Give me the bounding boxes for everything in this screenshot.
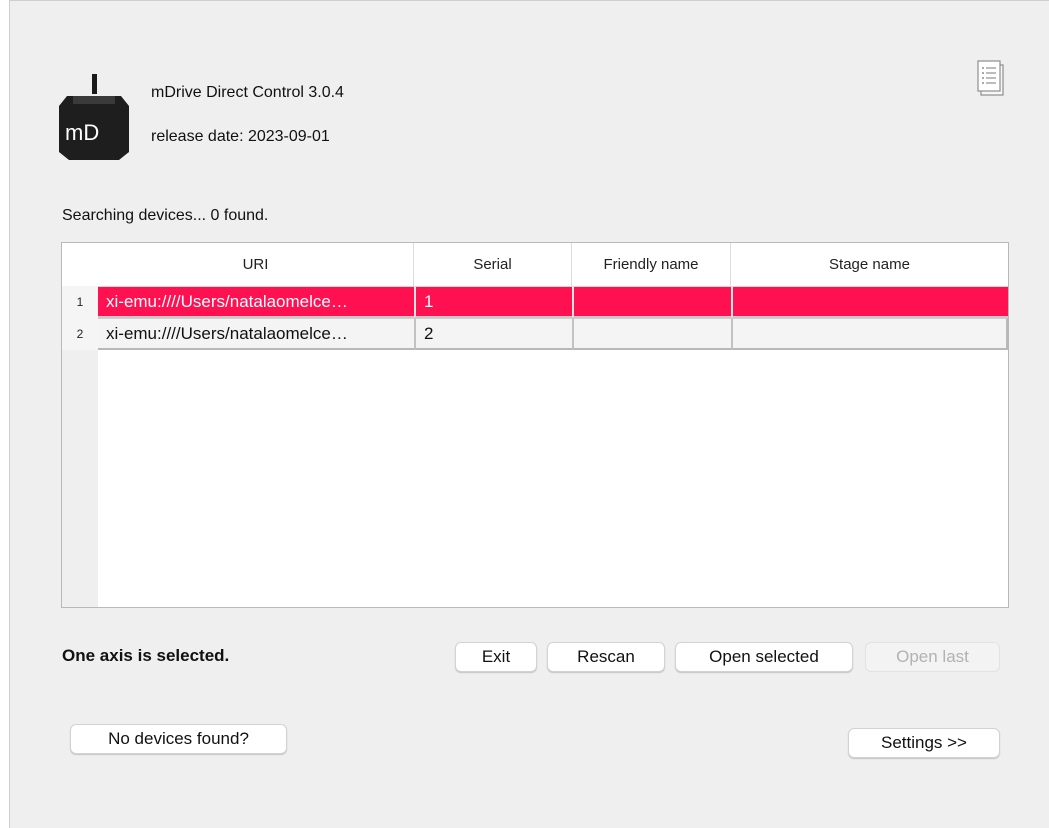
devices-table[interactable]: URI Serial Friendly name Stage name 1 xi… (61, 242, 1009, 608)
cell-stage-name[interactable] (731, 286, 1008, 318)
table-row[interactable]: 2 xi-emu:////Users/natalaomelce… 2 (62, 318, 1008, 350)
open-selected-button[interactable]: Open selected (675, 642, 853, 672)
logo-text: mD (65, 120, 99, 145)
mdrive-logo: mD (59, 74, 129, 160)
cell-uri[interactable]: xi-emu:////Users/natalaomelce… (98, 286, 414, 318)
column-header-serial[interactable]: Serial (414, 243, 572, 286)
row-number[interactable]: 1 (62, 286, 98, 318)
cell-friendly-name[interactable] (572, 286, 731, 318)
no-devices-found-button[interactable]: No devices found? (70, 724, 287, 754)
settings-button[interactable]: Settings >> (848, 728, 1000, 758)
cell-friendly-name[interactable] (572, 318, 731, 350)
cell-serial[interactable]: 2 (414, 318, 572, 350)
table-header: URI Serial Friendly name Stage name (98, 243, 1008, 286)
column-header-uri[interactable]: URI (98, 243, 414, 286)
app-title: mDrive Direct Control 3.0.4 (151, 84, 344, 101)
open-last-button[interactable]: Open last (865, 642, 1000, 672)
row-number[interactable]: 2 (62, 318, 98, 350)
rescan-button[interactable]: Rescan (547, 642, 665, 672)
release-date: release date: 2023-09-01 (151, 128, 330, 145)
log-document-icon[interactable] (976, 60, 1006, 98)
table-row[interactable]: 1 xi-emu:////Users/natalaomelce… 1 (62, 286, 1008, 318)
column-header-stage-name[interactable]: Stage name (731, 243, 1008, 286)
cell-stage-name[interactable] (731, 318, 1008, 350)
cell-uri[interactable]: xi-emu:////Users/natalaomelce… (98, 318, 414, 350)
exit-button[interactable]: Exit (455, 642, 537, 672)
axis-selection-status: One axis is selected. (62, 646, 230, 665)
cell-serial[interactable]: 1 (414, 286, 572, 318)
column-header-friendly-name[interactable]: Friendly name (572, 243, 731, 286)
table-corner (62, 243, 98, 286)
search-status: Searching devices... 0 found. (62, 207, 269, 224)
